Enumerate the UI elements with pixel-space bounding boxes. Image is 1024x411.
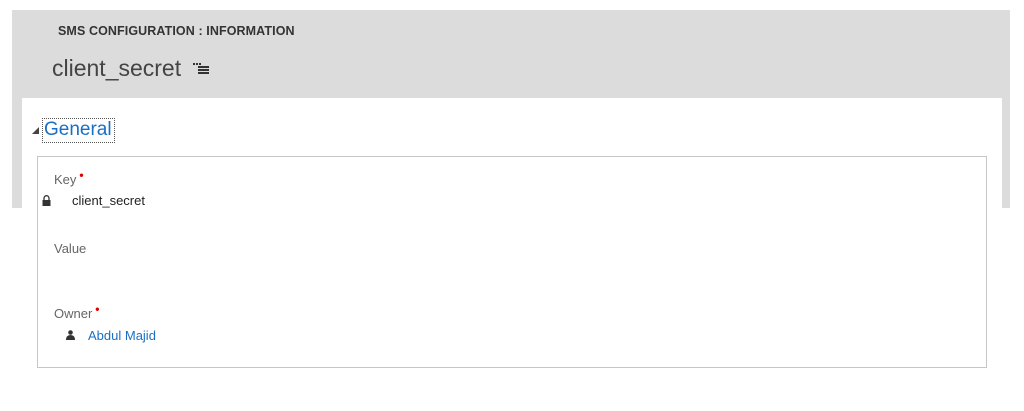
triangle-collapse-icon[interactable] (30, 127, 40, 134)
key-field-label: Key • (54, 168, 84, 187)
value-label-text: Value (54, 241, 87, 256)
owner-link[interactable]: Abdul Majid (88, 328, 156, 343)
section-title[interactable]: General (42, 118, 115, 143)
value-field-label: Value (54, 241, 86, 256)
owner-field-value[interactable]: Abdul Majid (66, 328, 156, 343)
owner-label-text: Owner (54, 306, 93, 321)
section-general-header[interactable]: General (30, 118, 115, 143)
value-field-input[interactable] (74, 265, 954, 285)
entity-label: SMS CONFIGURATION : INFORMATION (58, 24, 295, 38)
owner-field-label: Owner • (54, 302, 100, 321)
general-section-fields: Key • client_secret Value Owner • Abdul … (37, 156, 987, 368)
user-icon (66, 330, 76, 341)
required-indicator: • (79, 168, 84, 182)
lock-icon (42, 194, 52, 207)
record-title-row: client_secret (52, 52, 210, 84)
record-form: SMS CONFIGURATION : INFORMATION client_s… (0, 0, 1024, 411)
form-body: General Key • client_secret Value Owner … (22, 98, 1002, 411)
record-title: client_secret (52, 54, 182, 81)
key-label-text: Key (54, 172, 77, 187)
key-field-value[interactable]: client_secret (42, 193, 145, 208)
required-indicator: • (95, 302, 100, 316)
key-value-text: client_secret (72, 193, 145, 208)
form-selector-menu-icon[interactable] (193, 58, 210, 78)
